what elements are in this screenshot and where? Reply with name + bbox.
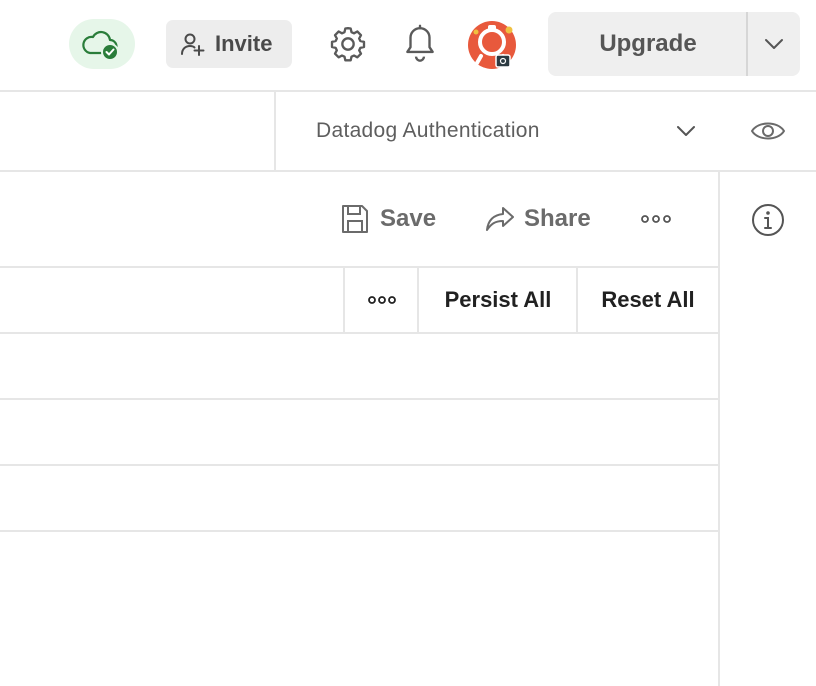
cloud-check-icon — [82, 30, 119, 61]
invite-button[interactable]: Invite — [166, 20, 292, 68]
right-sidebar-border — [718, 172, 720, 686]
upgrade-label: Upgrade — [599, 30, 697, 57]
save-button[interactable]: Save — [340, 200, 436, 238]
persist-all-label: Persist All — [444, 287, 552, 312]
table-row-divider — [0, 530, 718, 532]
reset-all-label: Reset All — [601, 287, 695, 312]
table-row[interactable] — [0, 466, 718, 530]
environment-selected-label: Datadog Authentication — [316, 119, 540, 142]
upgrade-options-button[interactable] — [748, 12, 800, 76]
share-label: Share — [524, 205, 591, 232]
bell-icon — [406, 24, 434, 62]
share-icon — [486, 207, 514, 231]
share-button[interactable]: Share — [484, 200, 591, 238]
reset-all-button[interactable]: Reset All — [578, 269, 718, 331]
sync-status-badge[interactable] — [69, 19, 135, 69]
table-row[interactable] — [0, 400, 718, 464]
persist-all-button[interactable]: Persist All — [420, 269, 576, 331]
settings-button[interactable] — [328, 24, 368, 64]
info-button[interactable] — [750, 202, 786, 238]
save-icon — [342, 205, 368, 233]
info-icon — [752, 204, 784, 236]
environment-quick-look-button[interactable] — [750, 114, 786, 148]
notifications-button[interactable] — [401, 23, 439, 65]
toolbar-divider — [0, 266, 718, 268]
environment-dropdown-toggle[interactable] — [675, 121, 697, 141]
avatar-icon — [468, 21, 516, 69]
more-actions-button[interactable] — [640, 208, 672, 230]
upgrade-button[interactable]: Upgrade — [548, 12, 748, 76]
environment-divider — [0, 170, 816, 172]
environment-selector[interactable]: Datadog Authentication — [277, 92, 718, 170]
save-label: Save — [380, 205, 437, 232]
table-row[interactable] — [0, 334, 718, 398]
chevron-down-icon — [765, 39, 783, 49]
add-user-icon — [181, 33, 205, 56]
eye-icon — [751, 122, 785, 140]
table-header-border — [343, 268, 345, 332]
table-more-button[interactable] — [346, 269, 418, 331]
user-avatar[interactable] — [467, 20, 517, 70]
table-header-border — [417, 268, 419, 332]
gear-icon — [330, 27, 366, 62]
more-horizontal-icon — [641, 215, 671, 223]
invite-label: Invite — [215, 31, 273, 56]
environment-left-border — [274, 92, 276, 170]
more-horizontal-icon — [368, 296, 396, 304]
chevron-down-icon — [677, 126, 695, 136]
